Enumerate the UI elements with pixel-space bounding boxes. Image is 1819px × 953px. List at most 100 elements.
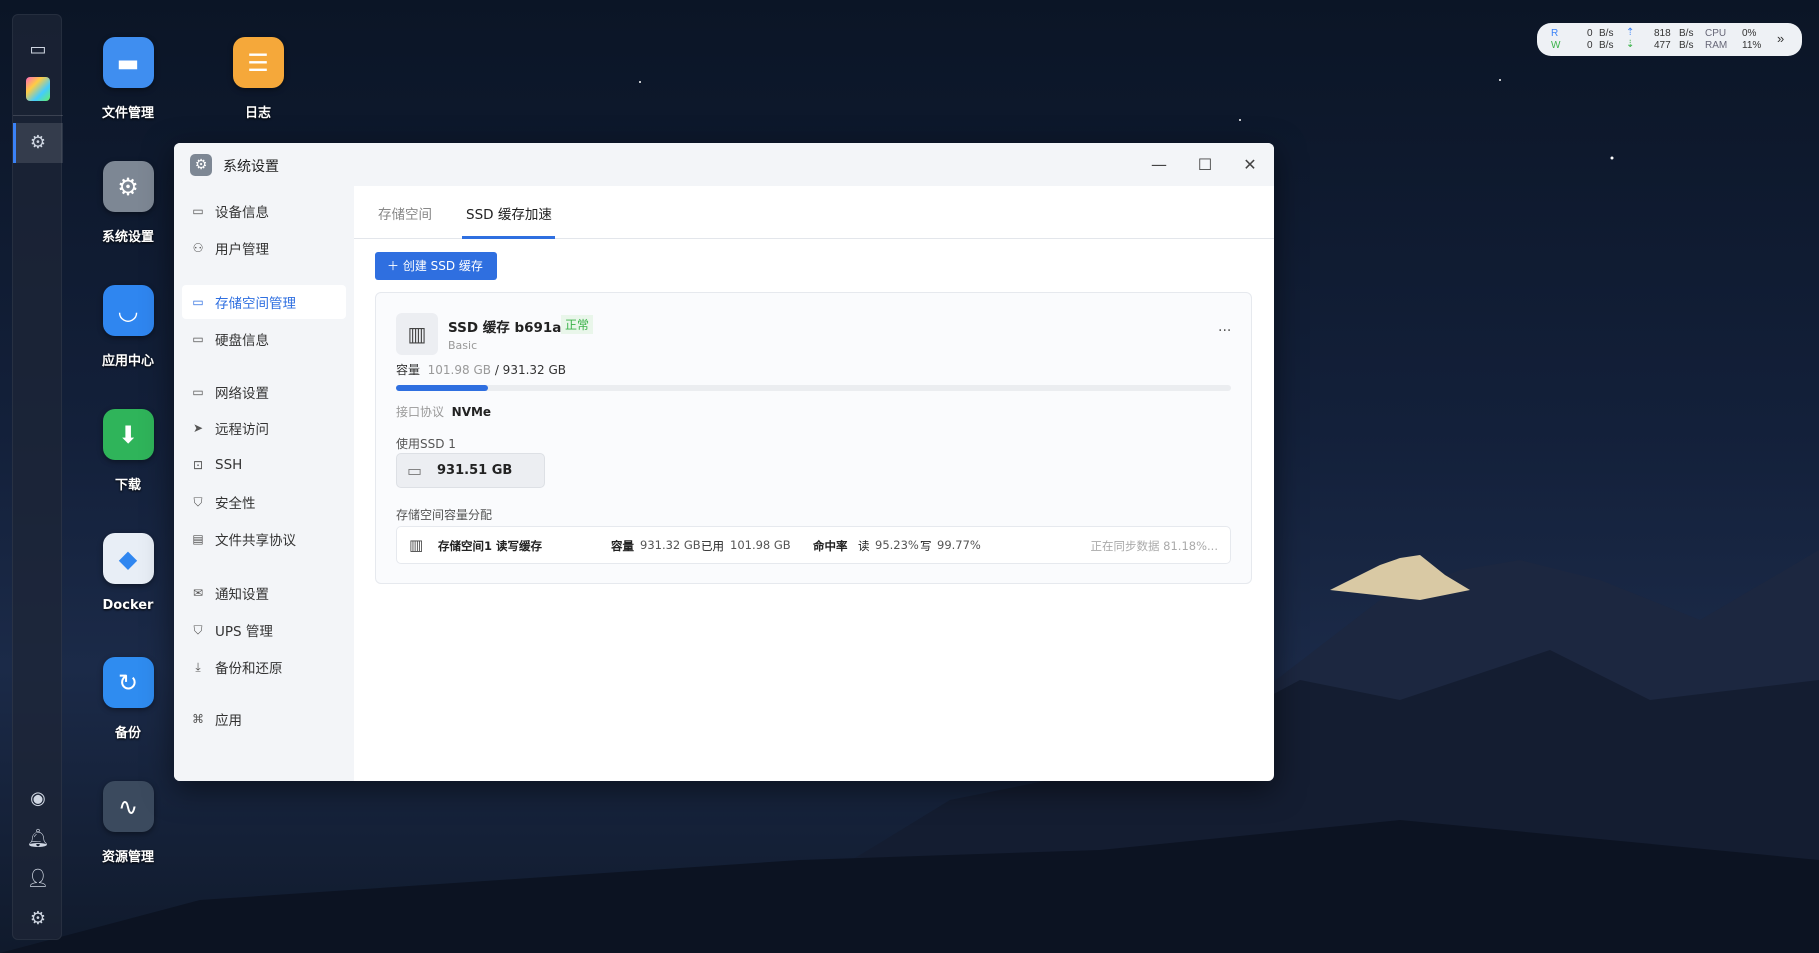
sidebar-item-label: SSH xyxy=(215,457,243,473)
sidebar-item-icon: ⚇ xyxy=(192,241,204,255)
window-title: 系统设置 xyxy=(223,159,279,175)
monitor-chart-icon: ∿ xyxy=(102,781,154,832)
title-bar[interactable]: ⚙ 系统设置 — ☐ ✕ xyxy=(174,143,1274,186)
status-badge: 正常 xyxy=(561,315,594,334)
desktop-icon-gear[interactable]: ⚙ 系统设置 xyxy=(73,161,183,245)
desktop-icon-folder[interactable]: ▬ 文件管理 xyxy=(73,37,183,121)
system-monitor-widget[interactable]: R W 0 B/s 0 B/s ⇡ ⇣ 818 B/s 477 B/s CPU … xyxy=(1537,23,1802,56)
gear-icon[interactable]: ⚙ xyxy=(26,906,50,930)
sidebar-item-3[interactable]: ▭ 硬盘信息 xyxy=(182,322,346,356)
sidebar-item-8[interactable]: ▤ 文件共享协议 xyxy=(182,522,346,556)
sidebar-item-7[interactable]: ⛉ 安全性 xyxy=(182,485,346,519)
sidebar-item-label: UPS 管理 xyxy=(215,624,273,640)
desktop-icon-store[interactable]: ◡ 应用中心 xyxy=(73,285,183,369)
desktop-icon-download[interactable]: ⬇ 下载 xyxy=(73,409,183,493)
minimize-button[interactable]: — xyxy=(1147,153,1171,177)
allocation-label: 存储空间容量分配 xyxy=(396,508,493,522)
sidebar-item-2[interactable]: ▭ 存储空间管理 xyxy=(182,285,346,319)
allocation-row[interactable]: ▥ 存储空间1 读写缓存 容量 931.32 GB 已用 101.98 GB 命… xyxy=(396,526,1231,564)
write-hit-rate: 99.77% xyxy=(937,538,981,552)
sidebar-item-12[interactable]: ⌘ 应用 xyxy=(182,702,346,736)
sidebar-item-10[interactable]: ⛉ UPS 管理 xyxy=(182,613,346,647)
store-icon: ◡ xyxy=(102,285,154,336)
sidebar-item-icon: ⛉ xyxy=(193,495,203,509)
write-label: W xyxy=(1551,40,1561,51)
cache-name: SSD 缓存 b691a xyxy=(448,320,562,336)
desktop-icon-label: 应用中心 xyxy=(101,354,154,369)
capacity-progress-fill xyxy=(396,385,488,391)
sync-status: 正在同步数据 81.18%... xyxy=(1090,539,1218,553)
bell-icon[interactable]: 🔔︎ xyxy=(26,826,50,850)
sidebar-item-icon: ⌘ xyxy=(192,712,204,726)
maximize-button[interactable]: ☐ xyxy=(1193,153,1217,177)
ssd-icon: ▭ xyxy=(407,461,423,480)
ssd-disk-chip[interactable]: ▭ 931.51 GB xyxy=(396,453,545,488)
sidebar-item-icon: ▭ xyxy=(192,204,204,218)
nav-icon[interactable]: ◉ xyxy=(26,786,50,810)
tab-storage-space[interactable]: 存储空间 xyxy=(378,203,432,223)
sidebar-item-icon: ▭ xyxy=(192,332,204,346)
cap-label: 容量 xyxy=(611,539,634,553)
sidebar-item-label: 安全性 xyxy=(215,496,256,512)
sidebar-item-label: 网络设置 xyxy=(215,386,269,402)
read-label: 读 xyxy=(858,539,870,553)
desktop-icon-log[interactable]: ☰ 日志 xyxy=(203,37,313,121)
docker-icon: ◆ xyxy=(102,533,154,584)
log-icon: ☰ xyxy=(232,37,284,88)
gear-icon: ⚙ xyxy=(102,161,154,212)
capacity-label: 容量 xyxy=(396,363,421,377)
protocol-value: NVMe xyxy=(451,405,492,419)
create-label: 创建 SSD 缓存 xyxy=(402,259,483,273)
sidebar-item-6[interactable]: ⊡ SSH xyxy=(182,448,346,482)
desktop-icon-label: 系统设置 xyxy=(101,230,154,245)
ssd-cache-card: ▥ SSD 缓存 b691a 正常 Basic ··· 容量 101.98 GB… xyxy=(375,292,1252,584)
cache-type: Basic xyxy=(448,339,478,352)
sidebar-item-icon: ➤ xyxy=(192,421,204,435)
total-capacity: / 931.32 GB xyxy=(494,363,567,377)
sidebar-item-icon: ▭ xyxy=(192,295,204,309)
desktop-icon-backup[interactable]: ↻ 备份 xyxy=(73,657,183,741)
cpu-value: 0% xyxy=(1742,28,1757,39)
desktop-icon-label: 备份 xyxy=(114,726,141,741)
settings-icon[interactable]: ⚙ xyxy=(26,130,50,154)
ssd-count-label: 使用SSD 1 xyxy=(396,437,456,451)
download-speed: 477 xyxy=(1654,40,1671,51)
ram-value: 11% xyxy=(1742,40,1762,51)
desktop-icon-monitor-chart[interactable]: ∿ 资源管理 xyxy=(73,781,183,865)
user-icon[interactable]: 👤︎ xyxy=(26,866,50,890)
sidebar-item-icon: ⊡ xyxy=(192,458,204,472)
left-dock: ▭ ⚙ ◉ 🔔︎ 👤︎ ⚙ xyxy=(12,14,63,940)
used-value: 101.98 GB xyxy=(730,538,791,552)
capacity-progress-bar xyxy=(396,385,1231,391)
sidebar-item-icon: ⤓ xyxy=(195,660,201,674)
unit: B/s xyxy=(1599,28,1614,39)
expand-icon[interactable]: » xyxy=(1777,31,1784,46)
ram-label: RAM xyxy=(1705,40,1728,51)
desktop-icon-label: 资源管理 xyxy=(101,850,154,865)
more-options-button[interactable]: ··· xyxy=(1218,323,1231,339)
used-capacity: 101.98 GB xyxy=(427,363,491,377)
storage-pool-icon: ▥ xyxy=(409,536,424,554)
apps-icon[interactable] xyxy=(26,77,50,101)
sidebar-item-4[interactable]: ▭ 网络设置 xyxy=(182,375,346,409)
folder-icon: ▬ xyxy=(102,37,154,88)
create-ssd-cache-button[interactable]: ＋ 创建 SSD 缓存 xyxy=(375,252,497,280)
read-label: R xyxy=(1551,28,1559,39)
sidebar-item-1[interactable]: ⚇ 用户管理 xyxy=(182,231,346,265)
tab-ssd-cache[interactable]: SSD 缓存加速 xyxy=(466,203,552,223)
sidebar-item-5[interactable]: ➤ 远程访问 xyxy=(182,411,346,445)
dock-divider xyxy=(13,115,63,116)
upload-icon: ⇡ xyxy=(1626,27,1635,38)
monitor-icon[interactable]: ▭ xyxy=(26,37,50,61)
unit: B/s xyxy=(1599,40,1614,51)
close-button[interactable]: ✕ xyxy=(1238,153,1262,177)
sidebar-item-icon: ✉ xyxy=(192,586,204,600)
sidebar-item-0[interactable]: ▭ 设备信息 xyxy=(182,194,346,228)
sidebar-item-9[interactable]: ✉ 通知设置 xyxy=(182,576,346,610)
desktop-icon-docker[interactable]: ◆ Docker xyxy=(73,533,183,613)
ssd-cache-icon: ▥ xyxy=(396,313,438,355)
sidebar-item-label: 远程访问 xyxy=(215,422,269,438)
sidebar-item-label: 设备信息 xyxy=(215,205,269,221)
sidebar-item-11[interactable]: ⤓ 备份和还原 xyxy=(182,650,346,684)
desktop-icon-label: 日志 xyxy=(244,106,271,121)
